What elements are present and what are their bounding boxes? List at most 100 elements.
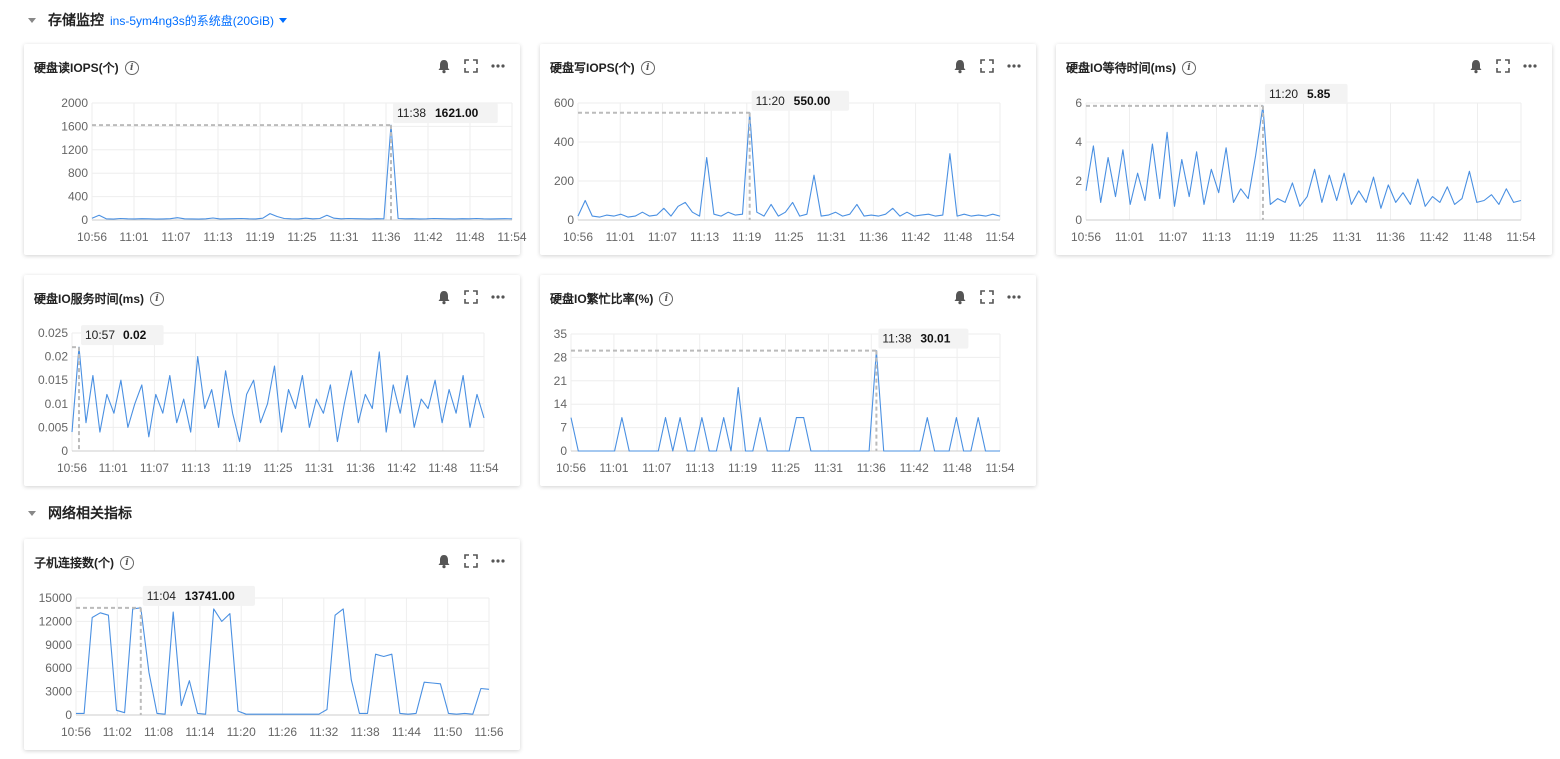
y-tick-label: 6 — [1075, 96, 1082, 110]
x-tick-label: 11:07 — [648, 230, 677, 244]
x-tick-label: 11:48 — [1463, 230, 1492, 244]
x-tick-label: 10:56 — [563, 230, 593, 244]
x-tick-label: 11:48 — [455, 230, 484, 244]
x-tick-label: 11:36 — [859, 230, 888, 244]
tooltip-value: 30.01 — [920, 332, 950, 346]
x-tick-label: 11:01 — [99, 461, 128, 475]
tooltip-time: 11:38 — [882, 332, 911, 346]
x-tick-label: 11:31 — [329, 230, 358, 244]
x-tick-label: 11:54 — [985, 230, 1014, 244]
x-tick-label: 11:48 — [943, 461, 972, 475]
x-tick-label: 11:19 — [1245, 230, 1274, 244]
section-header-network[interactable]: 网络相关指标 — [28, 503, 132, 523]
x-tick-label: 11:14 — [185, 725, 214, 739]
chart-card-read-iops: 硬盘读IOPS(个) i 0 400 800 1200 1600 2000 10:56 11:01… — [24, 44, 527, 255]
x-tick-label: 11:19 — [732, 230, 761, 244]
x-tick-label: 11:42 — [387, 461, 416, 475]
x-tick-label: 11:25 — [1289, 230, 1318, 244]
y-tick-label: 1600 — [61, 119, 88, 133]
chart-svg[interactable]: 0 2 4 6 10:56 11:01 11:07 11:13 11:19 11:25 11:31 1… — [1056, 44, 1552, 255]
x-tick-label: 10:56 — [77, 230, 107, 244]
section-title-network: 网络相关指标 — [48, 505, 132, 521]
y-tick-label: 35 — [554, 327, 568, 341]
tooltip-value: 13741.00 — [185, 589, 235, 603]
x-tick-label: 11:36 — [371, 230, 400, 244]
x-tick-label: 11:36 — [346, 461, 375, 475]
chart-svg[interactable]: 0 200 400 600 10:56 11:01 11:07 11:13 11:19 11:25… — [540, 44, 1036, 255]
caret-down-icon[interactable] — [28, 510, 36, 516]
y-tick-label: 6000 — [45, 661, 72, 675]
y-tick-label: 2 — [1075, 174, 1082, 188]
section-header-storage[interactable]: 存储监控 ins-5ym4ng3s的系统盘(20GiB) — [28, 10, 288, 30]
chart-svg[interactable]: 0 7 14 21 28 35 10:56 11:01 11:07 11:13 11:19 11:25… — [540, 275, 1036, 486]
x-tick-label: 11:02 — [103, 725, 132, 739]
x-tick-label: 11:13 — [181, 461, 210, 475]
x-tick-label: 11:36 — [857, 461, 886, 475]
y-tick-label: 800 — [68, 166, 88, 180]
y-tick-label: 28 — [554, 350, 568, 364]
x-tick-label: 11:31 — [817, 230, 846, 244]
x-tick-label: 11:07 — [161, 230, 190, 244]
y-tick-label: 0 — [567, 213, 574, 227]
y-tick-label: 0 — [61, 444, 68, 458]
caret-down-icon[interactable] — [28, 17, 36, 23]
x-tick-label: 11:01 — [606, 230, 635, 244]
x-tick-label: 11:31 — [814, 461, 843, 475]
x-tick-label: 11:19 — [222, 461, 251, 475]
tooltip-value: 550.00 — [794, 94, 831, 108]
disk-selector[interactable]: ins-5ym4ng3s的系统盘(20GiB) — [110, 12, 288, 29]
x-tick-label: 11:56 — [474, 725, 503, 739]
x-tick-label: 10:56 — [556, 461, 586, 475]
y-tick-label: 200 — [554, 174, 574, 188]
y-tick-label: 0.01 — [45, 397, 69, 411]
tooltip-time: 11:20 — [1269, 87, 1298, 101]
x-tick-label: 11:31 — [1332, 230, 1361, 244]
y-tick-label: 4 — [1075, 135, 1082, 149]
y-tick-label: 12000 — [39, 614, 73, 628]
chart-svg[interactable]: 0 400 800 1200 1600 2000 10:56 11:01 11:07 11:13 1… — [24, 44, 527, 255]
tooltip-time: 10:57 — [85, 328, 115, 342]
tooltip: 11:04 13741.00 — [142, 585, 255, 606]
x-tick-label: 11:13 — [685, 461, 714, 475]
chart-svg[interactable]: 0 0.005 0.01 0.015 0.02 0.025 10:56 11:01 11:07 1… — [24, 275, 520, 486]
section-title-storage: 存储监控 — [48, 12, 104, 28]
y-tick-label: 7 — [560, 421, 567, 435]
x-tick-label: 11:42 — [900, 461, 929, 475]
x-tick-label: 11:25 — [774, 230, 803, 244]
y-tick-label: 0 — [560, 444, 567, 458]
x-tick-label: 10:56 — [57, 461, 87, 475]
y-tick-label: 400 — [68, 190, 88, 204]
x-tick-label: 10:56 — [1071, 230, 1101, 244]
chart-card-connections: 子机连接数(个) i 0 3000 6000 9000 12000 15000 10:56 11:… — [24, 539, 520, 750]
x-tick-label: 11:07 — [140, 461, 169, 475]
dropdown-arrow-icon[interactable] — [279, 17, 288, 23]
tooltip-time: 11:04 — [147, 589, 176, 603]
chart-svg[interactable]: 0 3000 6000 9000 12000 15000 10:56 11:02 11:08 11… — [24, 539, 520, 750]
x-tick-label: 11:13 — [690, 230, 719, 244]
x-tick-label: 11:01 — [599, 461, 628, 475]
y-tick-label: 14 — [554, 397, 568, 411]
tooltip-time: 11:20 — [756, 94, 785, 108]
x-tick-label: 11:44 — [392, 725, 421, 739]
chart-card-io-busy: 硬盘IO繁忙比率(%) i 0 7 14 21 28 35 10:56 11:01 11:07 11:… — [540, 275, 1036, 486]
tooltip: 11:38 1621.00 — [392, 103, 498, 124]
x-tick-label: 11:26 — [268, 725, 297, 739]
y-tick-label: 0 — [1075, 213, 1082, 227]
disk-selector-label: ins-5ym4ng3s的系统盘(20GiB) — [110, 13, 275, 28]
y-tick-label: 1200 — [61, 143, 88, 157]
x-tick-label: 11:19 — [728, 461, 757, 475]
x-tick-label: 11:19 — [245, 230, 274, 244]
y-tick-label: 9000 — [45, 638, 72, 652]
chart-card-io-wait: 硬盘IO等待时间(ms) i 0 2 4 6 10:56 11:01 11:07 11:13 11:… — [1056, 44, 1552, 255]
x-tick-label: 11:13 — [203, 230, 232, 244]
tooltip: 11:20 5.85 — [1264, 83, 1348, 104]
chart-card-write-iops: 硬盘写IOPS(个) i 0 200 400 600 10:56 11:01 11:07 11:1… — [540, 44, 1036, 255]
y-tick-label: 0 — [81, 213, 88, 227]
x-tick-label: 11:36 — [1376, 230, 1405, 244]
x-tick-label: 11:54 — [1506, 230, 1535, 244]
tooltip-value: 5.85 — [1307, 87, 1331, 101]
x-tick-label: 11:25 — [287, 230, 316, 244]
y-tick-label: 21 — [554, 374, 568, 388]
y-tick-label: 400 — [554, 135, 574, 149]
tooltip: 11:20 550.00 — [751, 90, 850, 111]
